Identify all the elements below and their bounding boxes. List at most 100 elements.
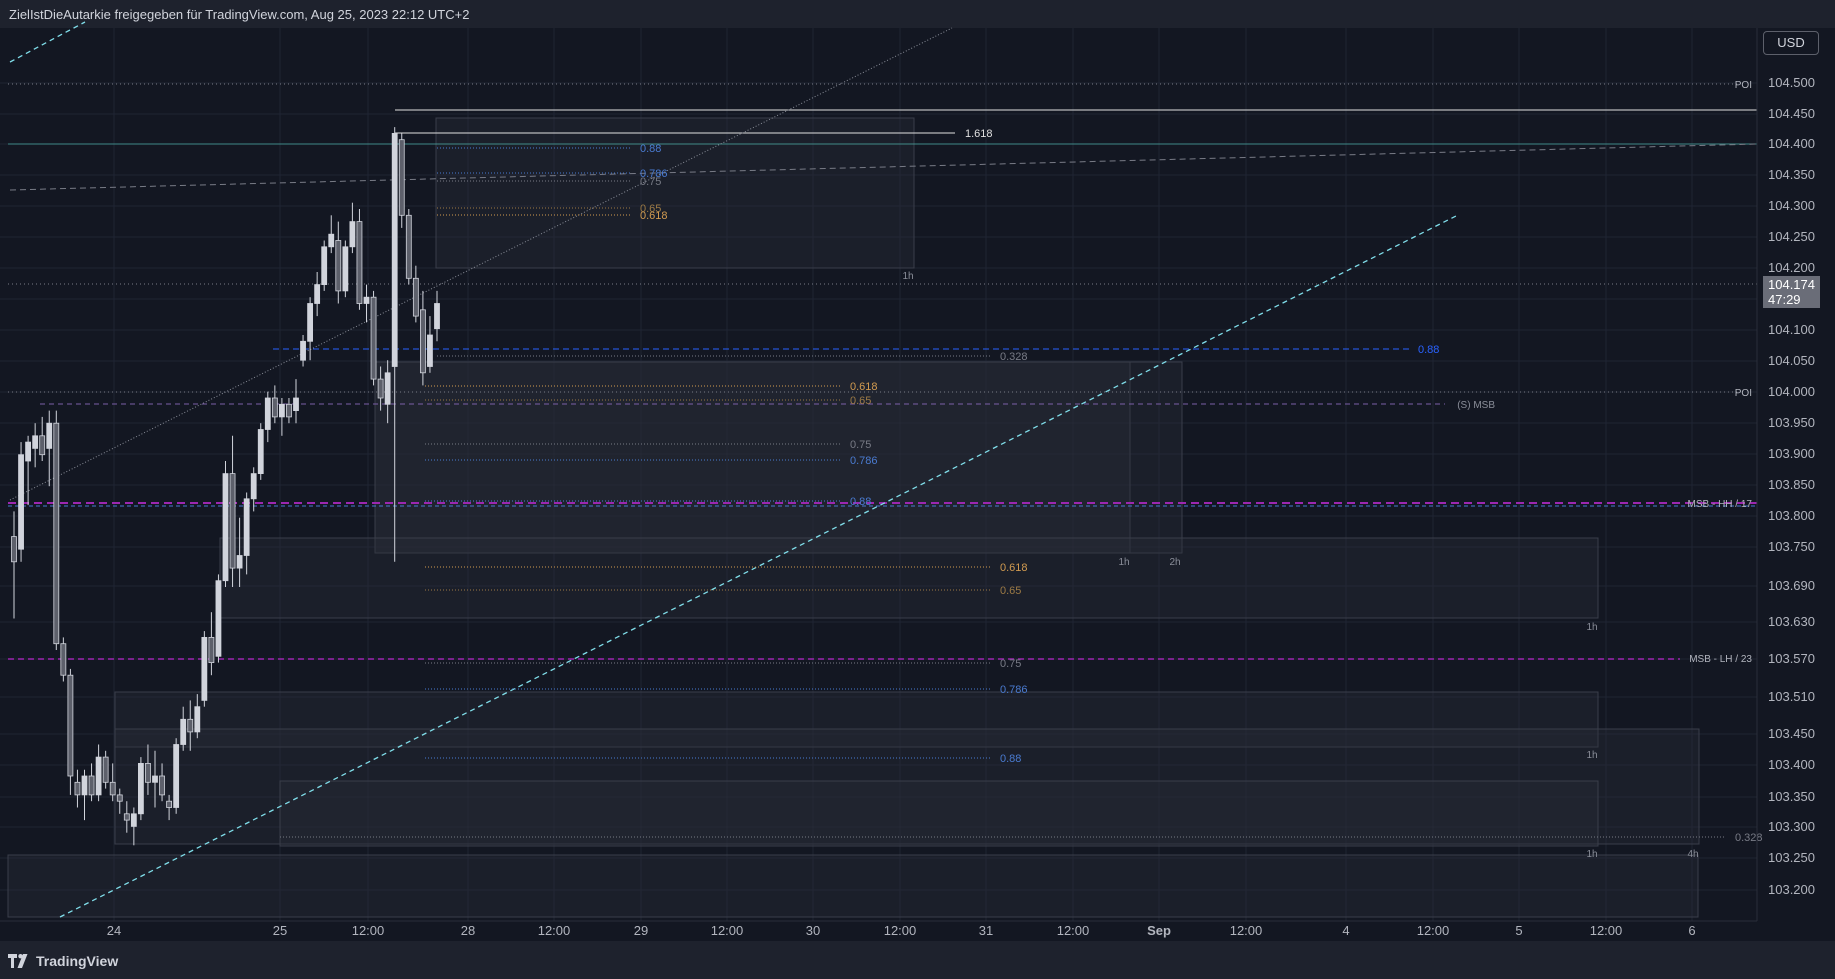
level-label: POI [1735,388,1752,399]
candle-body [328,233,335,248]
time-tick-label: 12:00 [1590,923,1623,938]
fib-level-label: 1.618 [965,128,993,140]
candle-body [208,637,215,664]
fib-level-label: 0.328 [1000,351,1028,363]
candle-body [363,296,370,304]
candle-body [102,756,109,783]
zone-box [7,854,1699,918]
candle-body [356,221,363,304]
time-tick-label: 12:00 [884,923,917,938]
time-tick-label: 28 [461,923,475,938]
candle-body [427,334,433,367]
candle-body [377,378,384,399]
candle-body [145,763,151,783]
price-tick-label: 104.250 [1768,229,1815,244]
fib-level-label: 0.65 [850,395,871,407]
price-tick-label: 103.900 [1768,446,1815,461]
candle-body [405,214,412,279]
fib-level-label: 0.88 [1000,753,1021,765]
fib-level-label: 0.88 [640,143,661,155]
level-label: POI [1735,80,1752,91]
zone-box [279,780,1599,847]
price-tick-label: 104.400 [1768,136,1815,151]
price-tick-label: 104.300 [1768,198,1815,213]
candle-body [222,473,229,582]
candle-body [180,718,187,745]
candle-body [384,372,391,405]
fib-level-label: 0.618 [1000,562,1028,574]
price-tick-label: 103.750 [1768,539,1815,554]
time-tick-label: 25 [273,923,287,938]
fib-level-label: 0.786 [850,455,878,467]
time-tick-label: Sep [1147,923,1171,938]
price-tick-label: 103.450 [1768,726,1815,741]
time-tick-label: 6 [1688,923,1695,938]
candle-body [152,775,158,783]
candle-body [335,240,342,292]
time-tick-label: 4 [1342,923,1349,938]
currency-button[interactable]: USD [1763,31,1819,55]
price-tick-label: 104.450 [1768,106,1815,121]
price-tick-label: 103.570 [1768,651,1815,666]
candle-body [53,422,60,645]
time-tick-label: 12:00 [352,923,385,938]
price-tick-label: 103.950 [1768,415,1815,430]
level-label: MSB - LH / 23 [1689,654,1752,665]
price-tick-label: 103.510 [1768,689,1815,704]
candle-body [116,794,123,802]
price-tick-label: 104.500 [1768,75,1815,90]
price-tick-label: 103.800 [1768,508,1815,523]
fib-level-label: 0.75 [640,176,661,188]
chart-canvas[interactable]: 1.618 0.88 0.786 0.75 0.65 0.618 0.328 0.618 0.6… [0,0,1835,979]
candle-body [187,718,194,733]
time-tick-label: 12:00 [538,923,571,938]
price-tick-label: 104.100 [1768,322,1815,337]
candle-body [137,763,144,815]
candle-body [434,303,440,330]
zone-timeframe-label: 1h [1586,849,1597,860]
candle-body [46,422,53,449]
zone-box [374,361,1183,554]
candle-body [398,139,405,216]
zone-timeframe-label: 2h [1169,557,1180,568]
candle-body [95,756,102,796]
time-tick-label: 30 [806,923,820,938]
fib-level-label: 0.618 [850,381,878,393]
bar-countdown: 47:29 [1768,292,1801,307]
time-tick-label: 5 [1515,923,1522,938]
candle-body [25,441,32,462]
price-tick-label: 104.000 [1768,384,1815,399]
price-tick-label: 103.200 [1768,882,1815,897]
candle-body [18,454,24,550]
zone-box [219,537,1599,619]
fib-level-label: 0.75 [850,439,871,451]
time-tick-label: 29 [634,923,648,938]
zone-timeframe-label: 4h [1687,849,1698,860]
time-tick-label: 12:00 [1230,923,1263,938]
candle-body [194,706,201,733]
candle-body [412,277,419,317]
candle-body [321,246,328,286]
fib-level-label: 0.786 [1000,684,1028,696]
candle-body [293,397,299,411]
candle-body [307,303,314,342]
price-tick-label: 103.630 [1768,614,1815,629]
candle-body [173,744,180,808]
candle-body [123,813,130,821]
candle-body [166,800,173,808]
level-label: MSB - HH / 17 [1688,499,1753,510]
candle-body [32,435,39,449]
candle-body [39,435,46,456]
candle-body [215,580,222,657]
candle-body [11,536,17,563]
candle-body [74,781,81,796]
level-label: (S) MSB [1457,400,1495,411]
candle-body [243,498,250,556]
zone-timeframe-label: 1h [1586,750,1597,761]
tradingview-logo-icon [8,954,28,968]
candle-body [278,403,285,418]
candle-body [314,284,321,304]
candle-body [236,555,243,569]
tradingview-logo[interactable]: TradingView [8,953,118,969]
candle-body [257,429,264,474]
